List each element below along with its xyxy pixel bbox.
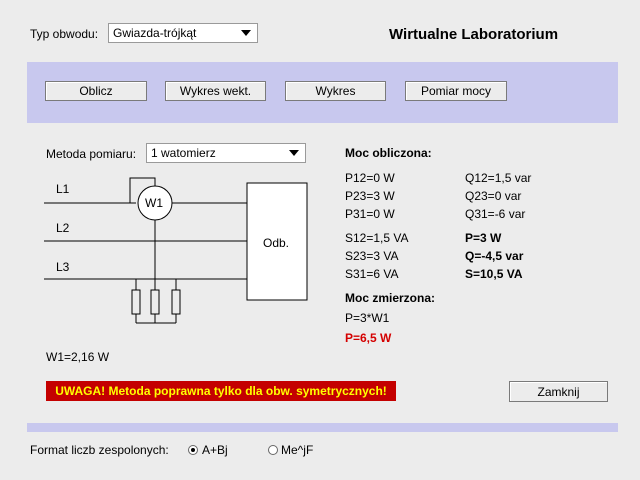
load-label: Odb. — [263, 236, 290, 250]
line-l1-label: L1 — [56, 182, 70, 196]
calculated-header: Moc obliczona: — [345, 146, 432, 160]
format-algebraic-radio[interactable] — [188, 445, 198, 455]
q31-value: Q31=-6 var — [465, 207, 526, 221]
measured-formula: P=3*W1 — [345, 311, 390, 325]
s-total: S=10,5 VA — [465, 267, 523, 281]
q23-value: Q23=0 var — [465, 189, 522, 203]
s23-value: S23=3 VA — [345, 249, 399, 263]
p12-value: P12=0 W — [345, 171, 395, 185]
format-exponential-radio[interactable] — [268, 445, 278, 455]
format-algebraic-label: A+Bj — [202, 443, 228, 457]
circuit-diagram — [44, 177, 308, 324]
measured-header: Moc zmierzona: — [345, 291, 436, 305]
warning-banner: UWAGA! Metoda poprawna tylko dla obw. sy… — [46, 381, 396, 401]
line-l2-label: L2 — [56, 221, 70, 235]
format-exponential-label: Me^jF — [281, 443, 314, 457]
p-total: P=3 W — [465, 231, 502, 245]
close-button[interactable]: Zamknij — [509, 381, 608, 402]
q12-value: Q12=1,5 var — [465, 171, 532, 185]
measured-result: P=6,5 W — [345, 331, 392, 345]
line-l3-label: L3 — [56, 260, 70, 274]
q-total: Q=-4,5 var — [465, 249, 524, 263]
s31-value: S31=6 VA — [345, 267, 399, 281]
format-label: Format liczb zespolonych: — [30, 443, 169, 457]
wattmeter-label: W1 — [145, 196, 163, 210]
p23-value: P23=3 W — [345, 189, 395, 203]
s12-value: S12=1,5 VA — [345, 231, 409, 245]
w1-reading: W1=2,16 W — [46, 350, 110, 364]
p31-value: P31=0 W — [345, 207, 395, 221]
